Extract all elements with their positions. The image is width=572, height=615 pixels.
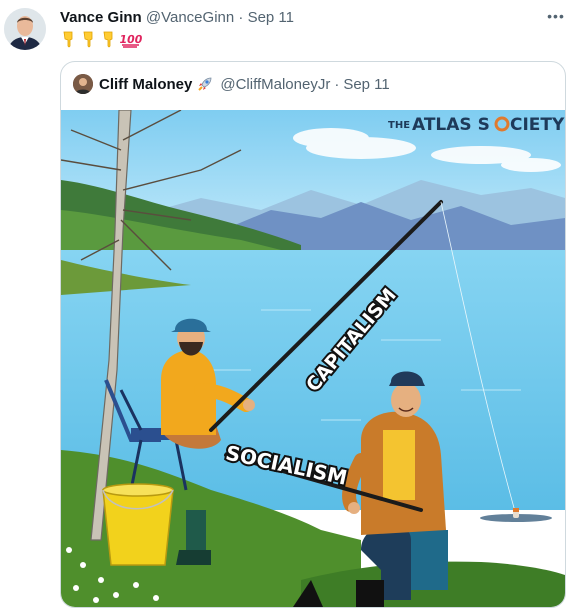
tweet-header: Vance Ginn @VanceGinn · Sep 11 [60,9,294,27]
quoted-author-handle: @CliffMaloneyJr [220,75,331,93]
separator: · [238,9,244,26]
pointing-down-hand-icon [83,31,93,48]
tweet-text: 100 [60,29,142,49]
author-handle[interactable]: @VanceGinn [146,9,234,26]
quoted-tweet[interactable]: Cliff Maloney @CliffMaloneyJr · Sep 11 C… [60,61,566,608]
quoted-tweet-header: Cliff Maloney @CliffMaloneyJr · Sep 11 [73,74,390,94]
pointing-down-hand-icon [103,31,113,48]
author-avatar[interactable] [4,8,46,50]
author-name[interactable]: Vance Ginn [60,9,142,26]
fishing-float [480,508,552,522]
tweet-date[interactable]: Sep 11 [248,9,294,26]
pointing-down-hand-icon [63,31,73,48]
atlas-society-logo: THE ATLAS S CIETY [388,115,565,135]
separator: · [334,75,340,93]
svg-text:CIETY: CIETY [510,115,565,135]
hundred-points-icon: 100 [120,33,142,48]
svg-text:THE: THE [388,120,410,131]
more-options-icon[interactable]: ••• [546,8,566,24]
rocket-icon [198,77,212,91]
yellow-bucket [102,483,174,566]
quoted-tweet-date: Sep 11 [343,75,390,93]
svg-text:ATLAS S: ATLAS S [412,115,490,135]
meme-image[interactable]: CAPITALISM SOCIALISM THE ATLAS S CIETY [61,110,565,607]
svg-text:100: 100 [120,33,142,46]
quoted-author-name: Cliff Maloney [99,75,193,93]
quoted-author-avatar [73,74,93,94]
